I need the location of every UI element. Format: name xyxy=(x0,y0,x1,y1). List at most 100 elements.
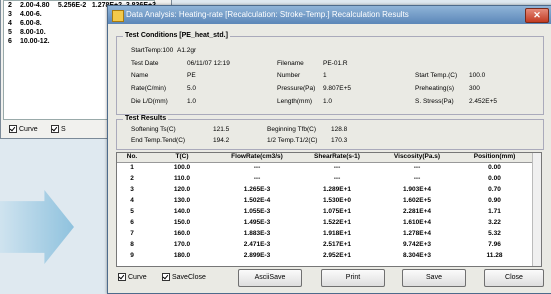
table-cell: 1.530E+0 xyxy=(322,197,351,204)
beginning-value: 128.8 xyxy=(331,126,348,133)
table-cell: 5 xyxy=(130,208,134,215)
table-cell: 9.742E+3 xyxy=(402,241,431,248)
table-row[interactable]: 1 100.0 --- --- --- 0.00 xyxy=(117,164,532,174)
table-cell: 1.903E+4 xyxy=(402,186,431,193)
pressure-label: Pressure(Pa) xyxy=(277,85,316,92)
length-label: Length(mm) xyxy=(277,98,313,105)
print-button[interactable]: Print xyxy=(321,269,385,287)
table-row: 3 4.00-6. xyxy=(8,11,42,19)
table-row[interactable]: 7 160.0 1.883E-3 1.918E+1 1.278E+4 5.32 xyxy=(117,230,532,240)
test-date-label: Test Date xyxy=(131,60,159,67)
table-cell: --- xyxy=(413,164,421,171)
table-row: 5 8.00-10. xyxy=(8,29,46,37)
table-row[interactable]: 8 170.0 2.471E-3 2.517E+1 9.742E+3 7.96 xyxy=(117,241,532,251)
table-cell: 2.281E+4 xyxy=(402,208,431,215)
results-table[interactable]: No. T(C) FlowRate(cm3/s) ShearRate(s-1) … xyxy=(116,152,542,267)
checkbox-icon[interactable] xyxy=(9,125,17,133)
table-cell: 170.0 xyxy=(173,241,191,248)
table-cell: 1 xyxy=(130,164,134,171)
half-value: 170.3 xyxy=(331,137,348,144)
table-row[interactable]: 3 120.0 1.265E-3 1.289E+1 1.903E+4 0.70 xyxy=(117,186,532,196)
table-cell: 180.0 xyxy=(173,252,191,259)
endtemp-label: End Temp.Tend(C) xyxy=(131,137,186,144)
col-header: T(C) xyxy=(175,153,189,160)
number-label: Number xyxy=(277,72,301,79)
table-cell: 2.517E+1 xyxy=(322,241,351,248)
table-cell: 100.0 xyxy=(173,164,191,171)
softening-label: Softening Ts(C) xyxy=(131,126,176,133)
table-row: 4 6.00-8. xyxy=(8,20,42,28)
recalculation-results-dialog: Data Analysis: Heating-rate [Recalculati… xyxy=(107,5,551,294)
table-cell: 8 xyxy=(130,241,134,248)
endtemp-value: 194.2 xyxy=(213,137,230,144)
dialog-title: Data Analysis: Heating-rate [Recalculati… xyxy=(126,10,409,19)
right-arrow-icon xyxy=(0,190,74,264)
table-cell: 0.00 xyxy=(488,175,501,182)
table-cell: 2.899E-3 xyxy=(243,252,271,259)
row-no: 3 xyxy=(8,11,12,18)
col-header: FlowRate(cm3/s) xyxy=(231,153,283,160)
preheating-value: 300 xyxy=(469,85,480,92)
checkbox-icon[interactable] xyxy=(162,273,170,281)
table-cell: 120.0 xyxy=(173,186,191,193)
col-header: Position(mm) xyxy=(473,153,516,160)
table-row[interactable]: 6 150.0 1.495E-3 1.522E+1 1.610E+4 3.22 xyxy=(117,219,532,229)
preheating-label: Preheating(s) xyxy=(415,85,455,92)
row-no: 6 xyxy=(8,38,12,45)
close-button[interactable]: Close xyxy=(484,269,544,287)
row-no: 5 xyxy=(8,29,12,36)
table-cell: 11.28 xyxy=(486,252,503,259)
col-header: Viscosity(Pa.s) xyxy=(393,153,441,160)
row-no: 2 xyxy=(8,2,12,9)
app-icon xyxy=(112,10,124,22)
bg-s-checkbox[interactable]: S xyxy=(51,125,66,133)
table-cell: 1.522E+1 xyxy=(322,219,351,226)
row-no: 4 xyxy=(8,20,12,27)
saveclose-checkbox[interactable]: SaveClose xyxy=(162,273,206,281)
table-row[interactable]: 2 110.0 --- --- --- 0.00 xyxy=(117,175,532,185)
bg-curve-checkbox[interactable]: Curve xyxy=(9,125,38,133)
table-cell: 7 xyxy=(130,230,134,237)
table-cell: 150.0 xyxy=(173,219,191,226)
softening-value: 121.5 xyxy=(213,126,230,133)
table-cell: 5.32 xyxy=(488,230,501,237)
row-range: 10.00-12. xyxy=(19,38,50,45)
table-cell: 0.70 xyxy=(488,186,501,193)
title-bar[interactable]: Data Analysis: Heating-rate [Recalculati… xyxy=(108,6,551,24)
start-temp-extra: A1.2gr xyxy=(177,47,197,54)
sstress-label: S. Stress(Pa) xyxy=(415,98,454,105)
table-cell: 1.289E+1 xyxy=(322,186,351,193)
table-cell: 1.055E-3 xyxy=(243,208,271,215)
row-v1: 5.256E-2 xyxy=(57,2,87,9)
checkbox-icon[interactable] xyxy=(118,273,126,281)
checkbox-icon[interactable] xyxy=(51,125,59,133)
table-cell: 110.0 xyxy=(174,175,190,182)
table-cell: 1.265E-3 xyxy=(243,186,271,193)
filename-value: PE-01.R xyxy=(323,60,348,67)
table-cell: 140.0 xyxy=(173,208,191,215)
table-cell: 2.952E+1 xyxy=(322,252,351,259)
table-row[interactable]: 9 180.0 2.899E-3 2.952E+1 8.304E+3 11.28 xyxy=(117,252,532,262)
table-cell: 160.0 xyxy=(173,230,191,237)
col-header: No. xyxy=(126,153,138,160)
test-conditions-title: Test Conditions [PE_heat_std.] xyxy=(123,32,230,39)
vertical-scrollbar[interactable] xyxy=(532,153,541,266)
row-range: 4.00-6. xyxy=(19,11,42,18)
curve-checkbox[interactable]: Curve xyxy=(118,273,147,281)
close-icon[interactable]: ✕ xyxy=(525,8,549,23)
table-cell: 7.96 xyxy=(488,241,501,248)
start-temp-line: StartTemp:100 xyxy=(131,47,174,54)
table-row: 6 10.00-12. xyxy=(8,38,50,46)
table-cell: --- xyxy=(333,164,341,171)
save-button[interactable]: Save xyxy=(402,269,466,287)
table-row[interactable]: 4 130.0 1.502E-4 1.530E+0 1.602E+5 0.90 xyxy=(117,197,532,207)
table-cell: 3 xyxy=(130,186,134,193)
test-results-group: Test Results Softening Ts(C) 121.5 Begin… xyxy=(116,115,544,150)
table-cell: --- xyxy=(413,175,421,182)
asciisave-button[interactable]: AsciiSave xyxy=(238,269,302,287)
table-cell: 1.918E+1 xyxy=(322,230,351,237)
row-range: 2.00-4.80 xyxy=(19,2,50,9)
table-cell: 2 xyxy=(130,175,134,182)
table-cell: 6 xyxy=(130,219,134,226)
table-row[interactable]: 5 140.0 1.055E-3 1.075E+1 2.281E+4 1.71 xyxy=(117,208,532,218)
